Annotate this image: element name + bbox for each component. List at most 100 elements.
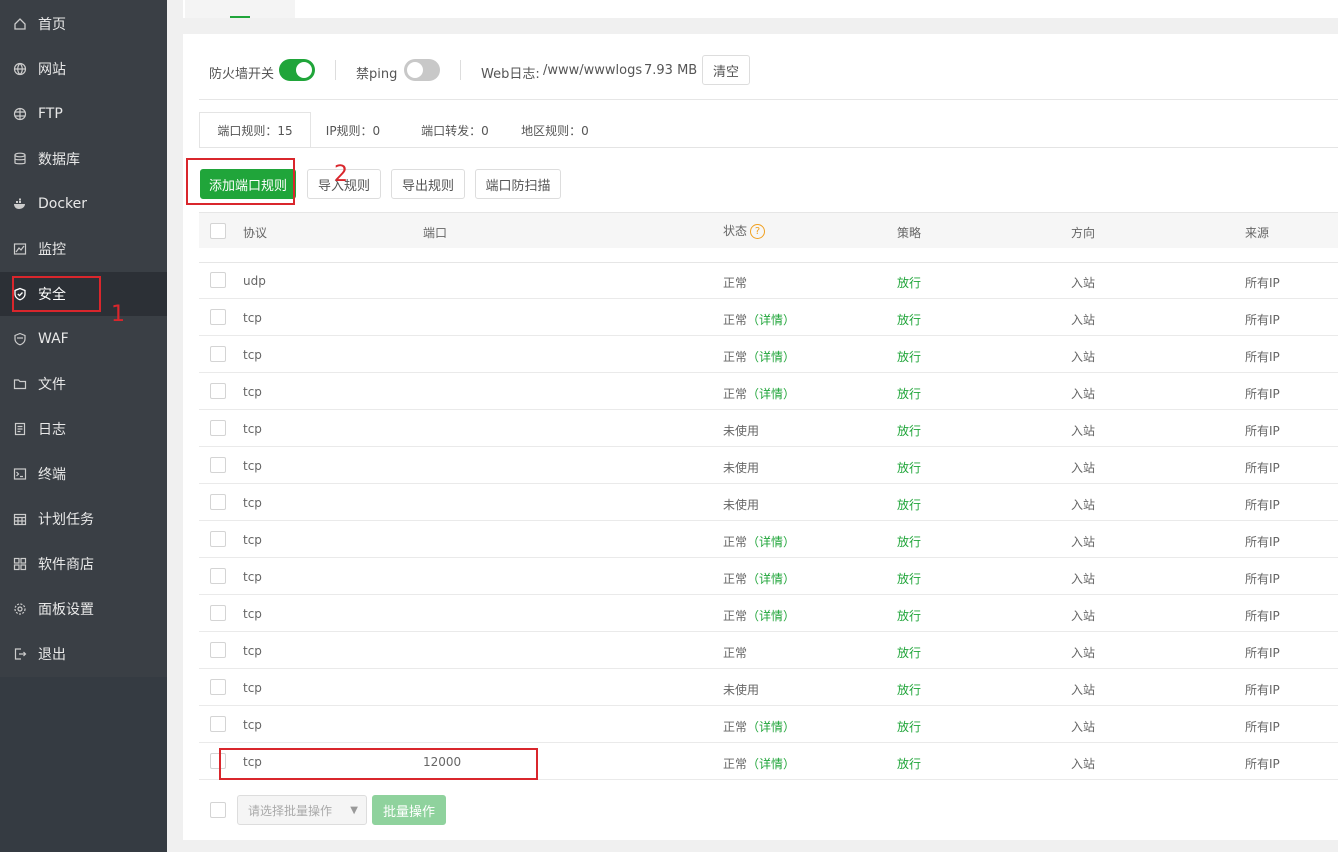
firewall-switch-toggle[interactable] bbox=[279, 59, 315, 81]
top-tab-stub[interactable] bbox=[185, 0, 295, 18]
cell-source: 所有IP bbox=[1245, 757, 1280, 771]
table-row: tcp 未使用 放行 入站 所有IP bbox=[199, 447, 1338, 484]
row-checkbox[interactable] bbox=[210, 605, 226, 621]
monitor-icon bbox=[13, 242, 27, 256]
cell-policy: 放行 bbox=[897, 276, 922, 290]
cell-protocol: tcp bbox=[243, 348, 262, 362]
select-all-checkbox[interactable] bbox=[210, 223, 226, 239]
sidebar-item-files[interactable]: 文件 bbox=[0, 362, 167, 406]
row-checkbox[interactable] bbox=[210, 494, 226, 510]
sidebar-item-label: 首页 bbox=[38, 17, 66, 33]
cell-direction: 入站 bbox=[1071, 572, 1096, 586]
cell-status: 正常（详情） bbox=[723, 720, 796, 734]
cell-policy: 放行 bbox=[897, 313, 922, 327]
table-row: tcp 正常 放行 入站 所有IP bbox=[199, 632, 1338, 669]
detail-link[interactable]: （详情） bbox=[747, 350, 795, 364]
tab-port-rules[interactable]: 端口规则：15 bbox=[199, 112, 311, 148]
cell-policy: 放行 bbox=[897, 535, 922, 549]
sidebar-item-settings[interactable]: 面板设置 bbox=[0, 587, 167, 631]
sidebar-item-label: 退出 bbox=[38, 647, 66, 663]
ftp-globe-icon bbox=[13, 107, 27, 121]
cell-direction: 入站 bbox=[1071, 424, 1096, 438]
tab-ip-rules[interactable]: IP规则：0 bbox=[318, 112, 388, 148]
detail-link[interactable]: （详情） bbox=[747, 535, 795, 549]
sidebar-item-logout[interactable]: 退出 bbox=[0, 632, 167, 676]
cell-policy: 放行 bbox=[897, 387, 922, 401]
sidebar-item-cron[interactable]: 计划任务 bbox=[0, 497, 167, 541]
sidebar-item-terminal[interactable]: 终端 bbox=[0, 452, 167, 496]
cell-protocol: tcp bbox=[243, 311, 262, 325]
batch-operation-button[interactable]: 批量操作 bbox=[372, 795, 446, 825]
header-direction: 方向 bbox=[1071, 226, 1096, 240]
sidebar-item-label: FTP bbox=[38, 106, 63, 122]
divider bbox=[460, 60, 461, 80]
sidebar-item-ftp[interactable]: FTP bbox=[0, 92, 167, 136]
table-row: tcp 正常（详情） 放行 入站 所有IP bbox=[199, 521, 1338, 558]
ping-label: 禁ping bbox=[356, 67, 398, 82]
batch-operation-select[interactable]: 请选择批量操作 ▼ bbox=[237, 795, 367, 825]
cell-source: 所有IP bbox=[1245, 572, 1280, 586]
port-scan-protect-button[interactable]: 端口防扫描 bbox=[475, 169, 561, 199]
sidebar-item-logs[interactable]: 日志 bbox=[0, 407, 167, 451]
row-checkbox[interactable] bbox=[210, 383, 226, 399]
batch-select-checkbox[interactable] bbox=[210, 802, 226, 818]
cell-status: 正常（详情） bbox=[723, 572, 796, 586]
row-checkbox[interactable] bbox=[210, 531, 226, 547]
cell-source: 所有IP bbox=[1245, 387, 1280, 401]
folder-icon bbox=[13, 377, 27, 391]
detail-link[interactable]: （详情） bbox=[747, 720, 795, 734]
cell-status: 未使用 bbox=[723, 683, 760, 697]
clear-log-button[interactable]: 清空 bbox=[702, 55, 750, 85]
cell-policy: 放行 bbox=[897, 757, 922, 771]
detail-link[interactable]: （详情） bbox=[747, 572, 795, 586]
docker-icon bbox=[13, 197, 27, 211]
sidebar-item-monitor[interactable]: 监控 bbox=[0, 227, 167, 271]
row-checkbox[interactable] bbox=[210, 272, 226, 288]
sidebar-item-label: 日志 bbox=[38, 422, 66, 438]
sidebar-item-home[interactable]: 首页 bbox=[0, 2, 167, 46]
cell-source: 所有IP bbox=[1245, 498, 1280, 512]
sidebar-item-waf[interactable]: WAF bbox=[0, 317, 167, 361]
cell-direction: 入站 bbox=[1071, 276, 1096, 290]
cell-policy: 放行 bbox=[897, 424, 922, 438]
cell-protocol: tcp bbox=[243, 570, 262, 584]
row-checkbox[interactable] bbox=[210, 568, 226, 584]
cell-status: 正常（详情） bbox=[723, 609, 796, 623]
tab-region-rules[interactable]: 地区规则：0 bbox=[515, 112, 595, 148]
sidebar-item-docker[interactable]: Docker bbox=[0, 182, 167, 226]
weblog-path-link[interactable]: /www/wwwlogs bbox=[543, 63, 642, 78]
cell-policy: 放行 bbox=[897, 683, 922, 697]
divider bbox=[199, 99, 1338, 100]
divider bbox=[199, 262, 1338, 263]
sidebar-item-label: 网站 bbox=[38, 62, 66, 78]
table-row: tcp 正常（详情） 放行 入站 所有IP bbox=[199, 336, 1338, 373]
detail-link[interactable]: （详情） bbox=[747, 313, 795, 327]
tab-port-forward[interactable]: 端口转发：0 bbox=[410, 112, 500, 148]
cell-policy: 放行 bbox=[897, 350, 922, 364]
ping-toggle[interactable] bbox=[404, 59, 440, 81]
cell-protocol: tcp bbox=[243, 422, 262, 436]
detail-link[interactable]: （详情） bbox=[747, 387, 795, 401]
sidebar-item-website[interactable]: 网站 bbox=[0, 47, 167, 91]
cell-policy: 放行 bbox=[897, 646, 922, 660]
cell-policy: 放行 bbox=[897, 461, 922, 475]
sidebar-item-database[interactable]: 数据库 bbox=[0, 137, 167, 181]
divider bbox=[335, 60, 336, 80]
header-port: 端口 bbox=[423, 226, 448, 240]
row-checkbox[interactable] bbox=[210, 457, 226, 473]
row-checkbox[interactable] bbox=[210, 716, 226, 732]
row-checkbox[interactable] bbox=[210, 679, 226, 695]
database-icon bbox=[13, 152, 27, 166]
row-checkbox[interactable] bbox=[210, 420, 226, 436]
row-checkbox[interactable] bbox=[210, 346, 226, 362]
sidebar-item-app-store[interactable]: 软件商店 bbox=[0, 542, 167, 586]
export-rules-button[interactable]: 导出规则 bbox=[391, 169, 465, 199]
cell-source: 所有IP bbox=[1245, 350, 1280, 364]
sidebar-item-label: 监控 bbox=[38, 242, 66, 258]
cell-direction: 入站 bbox=[1071, 609, 1096, 623]
detail-link[interactable]: （详情） bbox=[747, 757, 795, 771]
detail-link[interactable]: （详情） bbox=[747, 609, 795, 623]
row-checkbox[interactable] bbox=[210, 642, 226, 658]
help-icon[interactable]: ? bbox=[750, 224, 766, 239]
row-checkbox[interactable] bbox=[210, 309, 226, 325]
